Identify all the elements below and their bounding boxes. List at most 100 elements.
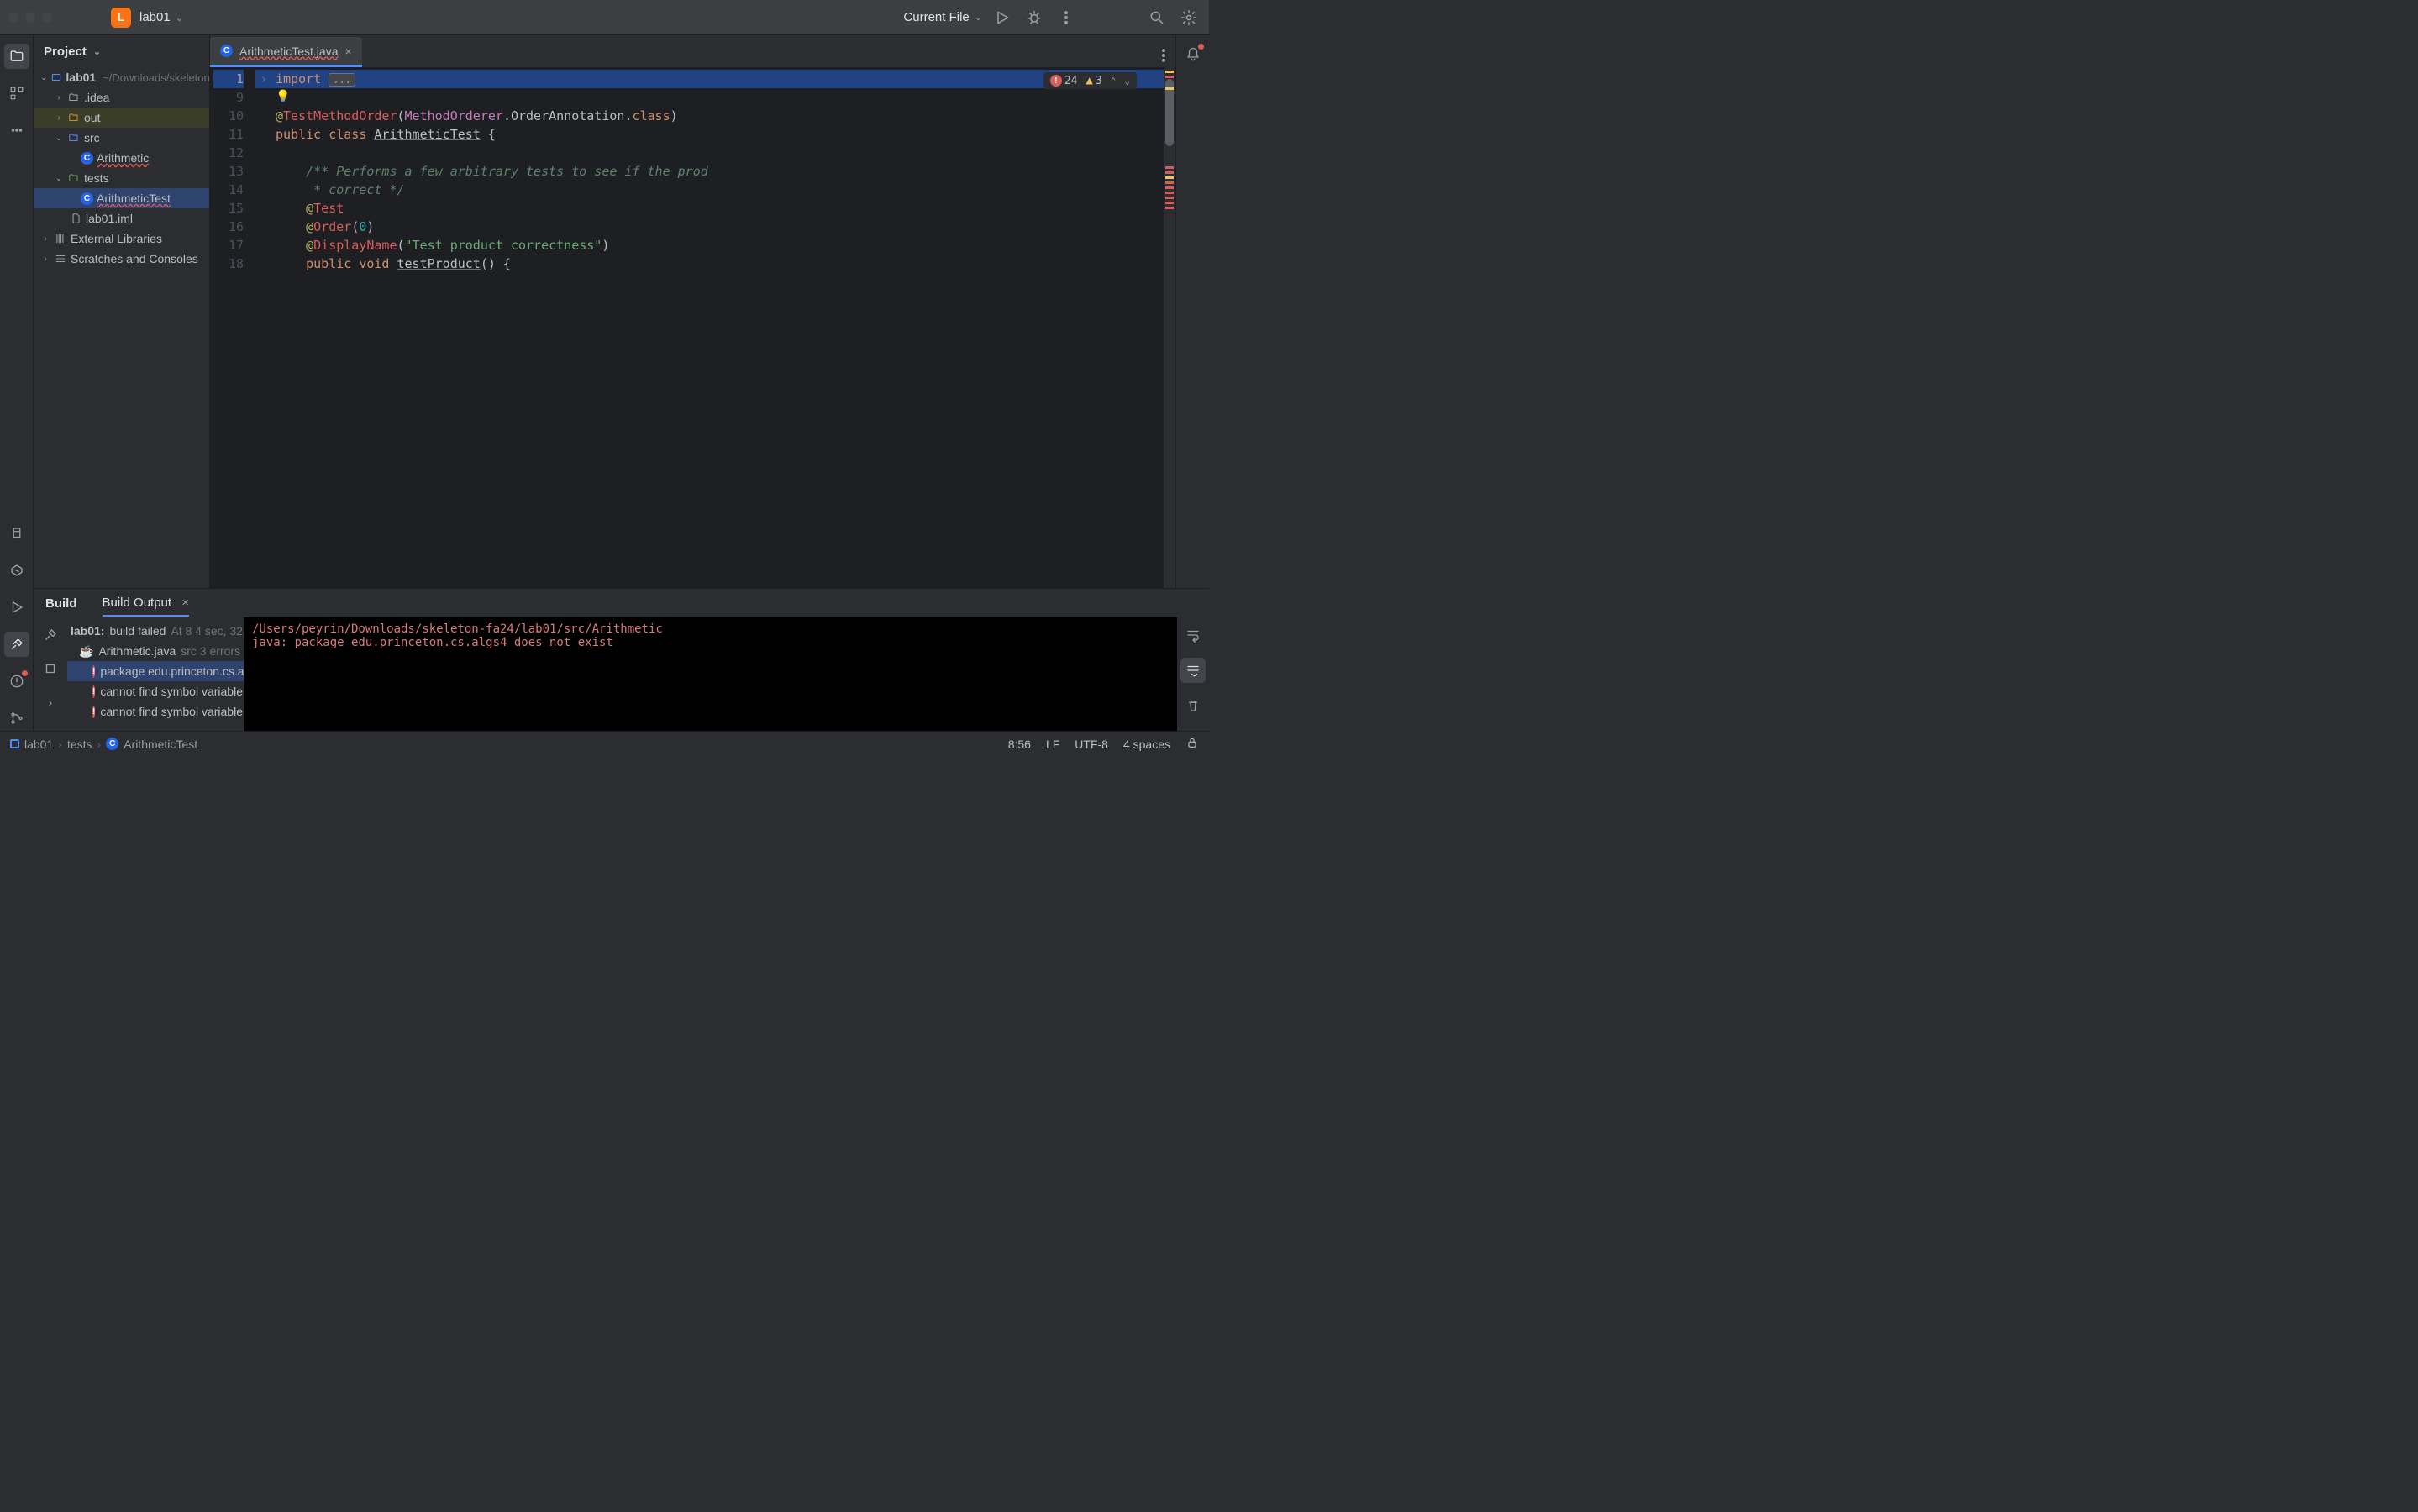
expand-icon[interactable]: ›	[54, 93, 64, 102]
error-marker[interactable]	[1165, 171, 1174, 174]
tree-folder-out[interactable]: › out	[34, 108, 209, 128]
error-marker[interactable]	[1165, 207, 1174, 209]
error-marker[interactable]	[1165, 186, 1174, 189]
project-name[interactable]: lab01 ⌄	[139, 10, 183, 24]
editor-tab-active[interactable]: C ArithmeticTest.java ×	[210, 37, 362, 67]
structure-tool-button[interactable]	[4, 81, 29, 106]
close-window-icon[interactable]	[8, 13, 18, 23]
line-number[interactable]: 18	[213, 255, 244, 273]
caret-position[interactable]: 8:56	[1008, 738, 1031, 751]
expand-icon[interactable]: ⌄	[54, 134, 64, 143]
prev-error-button[interactable]: ⌃	[1111, 76, 1117, 87]
line-number[interactable]: 16	[213, 218, 244, 236]
close-tab-button[interactable]: ×	[181, 596, 189, 610]
vcs-tool-button[interactable]	[4, 706, 29, 731]
more-tools-button[interactable]	[4, 118, 29, 143]
expand-icon[interactable]: ›	[40, 234, 50, 244]
warning-marker[interactable]	[1165, 87, 1174, 90]
run-config-selector[interactable]: Current File ⌄	[903, 10, 982, 24]
build-tool-button[interactable]	[4, 632, 29, 657]
line-number[interactable]: 12	[213, 144, 244, 162]
breadcrumb-folder[interactable]: tests	[67, 738, 92, 751]
error-marker[interactable]	[1165, 181, 1174, 184]
warning-marker[interactable]	[1165, 71, 1174, 73]
breadcrumb-module[interactable]: lab01	[24, 738, 53, 751]
build-error-row[interactable]: ! cannot find symbol variable Sto	[67, 681, 244, 701]
build-summary[interactable]: lab01: build failed At 8 4 sec, 323 ms	[67, 621, 244, 641]
indent-setting[interactable]: 4 spaces	[1123, 738, 1170, 751]
code-content[interactable]: import ... @TestMethodOrder(MethodOrdere…	[272, 67, 1175, 588]
zoom-window-icon[interactable]	[42, 13, 52, 23]
expand-icon[interactable]: ⌄	[54, 174, 64, 183]
editor-menu-button[interactable]	[1152, 44, 1175, 67]
tree-folder-src[interactable]: ⌄ src	[34, 128, 209, 148]
build-file[interactable]: ☕ Arithmetic.java src 3 errors	[67, 641, 244, 661]
line-gutter[interactable]: 1 9 10 11 12 13 14 15 16 17 18	[210, 67, 255, 588]
tree-root[interactable]: ⌄ lab01 ~/Downloads/skeleton-fa24	[34, 67, 209, 87]
error-marker[interactable]	[1165, 202, 1174, 204]
error-marker[interactable]	[1165, 76, 1174, 78]
intention-bulb-icon[interactable]: 💡	[276, 90, 290, 103]
search-button[interactable]	[1145, 6, 1169, 29]
line-number[interactable]: 1	[213, 70, 244, 88]
line-number[interactable]: 17	[213, 236, 244, 255]
project-panel-header[interactable]: Project ⌄	[34, 35, 209, 67]
editor-body[interactable]: 1 9 10 11 12 13 14 15 16 17 18 ›	[210, 67, 1175, 588]
expand-icon[interactable]: ›	[54, 113, 64, 123]
minimize-window-icon[interactable]	[25, 13, 35, 23]
inspection-widget[interactable]: !24 ▲3 ⌃ ⌄	[1043, 72, 1137, 89]
line-number[interactable]: 9	[213, 88, 244, 107]
tree-scratches[interactable]: › Scratches and Consoles	[34, 249, 209, 269]
breadcrumb-class[interactable]: ArithmeticTest	[124, 738, 197, 751]
build-error-row[interactable]: ! cannot find symbol variable Sto	[67, 701, 244, 722]
soft-wrap-button[interactable]	[1180, 622, 1206, 648]
encoding[interactable]: UTF-8	[1075, 738, 1108, 751]
fold-marker[interactable]: ...	[329, 73, 355, 87]
line-number[interactable]: 13	[213, 162, 244, 181]
tree-folder-tests[interactable]: ⌄ tests	[34, 168, 209, 188]
build-tab-output[interactable]: Build Output ×	[103, 591, 190, 617]
project-tool-button[interactable]	[4, 44, 29, 69]
services-tool-button[interactable]	[4, 558, 29, 583]
expand-icon[interactable]: ›	[40, 255, 50, 264]
build-hammer-button[interactable]	[38, 622, 63, 648]
fold-toggle[interactable]: ›	[255, 70, 272, 88]
problems-tool-button[interactable]	[4, 669, 29, 694]
build-next-button[interactable]: ›	[38, 690, 63, 715]
tree-file-iml[interactable]: lab01.iml	[34, 208, 209, 228]
bookmarks-tool-button[interactable]	[4, 521, 29, 546]
window-controls[interactable]	[8, 13, 52, 23]
more-actions-button[interactable]	[1054, 6, 1078, 29]
settings-button[interactable]	[1177, 6, 1201, 29]
run-tool-button[interactable]	[4, 595, 29, 620]
line-number[interactable]: 10	[213, 107, 244, 125]
readonly-lock-icon[interactable]	[1185, 736, 1199, 752]
line-separator[interactable]: LF	[1046, 738, 1059, 751]
tree-external-libraries[interactable]: › External Libraries	[34, 228, 209, 249]
close-tab-button[interactable]: ×	[344, 45, 351, 58]
tree-class-arithmetic-test[interactable]: C ArithmeticTest	[34, 188, 209, 208]
tree-class-arithmetic[interactable]: C Arithmetic	[34, 148, 209, 168]
project-badge[interactable]: L	[111, 8, 131, 28]
tree-folder-idea[interactable]: › .idea	[34, 87, 209, 108]
breadcrumb[interactable]: lab01 › tests › C ArithmeticTest	[10, 738, 197, 751]
line-number[interactable]: 11	[213, 125, 244, 144]
debug-button[interactable]	[1022, 6, 1046, 29]
next-error-button[interactable]: ⌄	[1124, 76, 1130, 87]
build-stop-button[interactable]	[38, 656, 63, 681]
error-stripe[interactable]	[1164, 67, 1175, 588]
line-number[interactable]: 14	[213, 181, 244, 199]
error-marker[interactable]	[1165, 197, 1174, 199]
warning-marker[interactable]	[1165, 176, 1174, 179]
line-number[interactable]: 15	[213, 199, 244, 218]
notifications-button[interactable]	[1180, 42, 1206, 67]
error-marker[interactable]	[1165, 166, 1174, 169]
clear-button[interactable]	[1180, 693, 1206, 718]
build-tab-main[interactable]: Build	[45, 591, 77, 616]
build-error-row[interactable]: ! package edu.princeton.cs.algs4	[67, 661, 244, 681]
run-button[interactable]	[991, 6, 1014, 29]
build-output-console[interactable]: /Users/peyrin/Downloads/skeleton-fa24/la…	[244, 617, 1177, 731]
scroll-to-end-button[interactable]	[1180, 658, 1206, 683]
error-marker[interactable]	[1165, 192, 1174, 194]
expand-icon[interactable]: ⌄	[40, 73, 47, 82]
